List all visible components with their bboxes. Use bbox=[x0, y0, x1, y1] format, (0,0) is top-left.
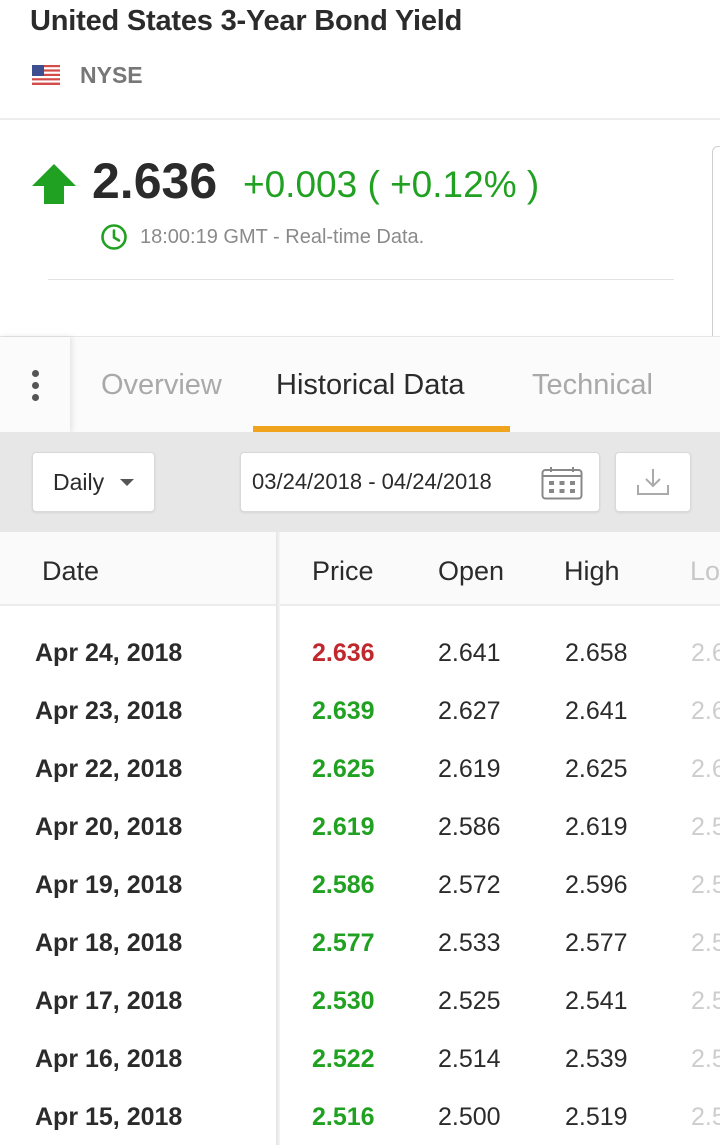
tab-bar: Overview Historical Data Technical bbox=[0, 336, 720, 433]
interval-select[interactable]: Daily bbox=[32, 452, 155, 512]
row-date: Apr 20, 2018 bbox=[35, 813, 183, 841]
quote-panel: 2.636 +0.003 ( +0.12% ) 18:00:19 GMT - R… bbox=[0, 122, 720, 436]
row-low: 2.6 bbox=[691, 639, 720, 667]
column-header-date[interactable]: Date bbox=[42, 532, 99, 606]
instrument-header: United States 3-Year Bond Yield NYSE bbox=[0, 0, 720, 120]
row-price: 2.625 bbox=[312, 755, 375, 783]
row-date: Apr 17, 2018 bbox=[35, 987, 183, 1015]
more-vertical-icon bbox=[31, 369, 39, 401]
row-open: 2.619 bbox=[438, 755, 501, 783]
row-high: 2.577 bbox=[565, 929, 628, 957]
row-high: 2.539 bbox=[565, 1045, 628, 1073]
row-low: 2.6 bbox=[691, 755, 720, 783]
tab-technical[interactable]: Technical bbox=[532, 337, 653, 433]
exchange-info: NYSE bbox=[32, 62, 143, 88]
row-price: 2.577 bbox=[312, 929, 375, 957]
table-row[interactable]: Apr 24, 2018 2.636 2.641 2.658 2.6 bbox=[0, 624, 720, 682]
row-date: Apr 16, 2018 bbox=[35, 1045, 183, 1073]
row-high: 2.596 bbox=[565, 871, 628, 899]
row-low: 2.5 bbox=[691, 813, 720, 841]
row-low: 2.5 bbox=[691, 871, 720, 899]
download-icon bbox=[637, 469, 669, 495]
row-high: 2.519 bbox=[565, 1103, 628, 1131]
column-header-high[interactable]: High bbox=[564, 532, 620, 606]
row-price: 2.586 bbox=[312, 871, 375, 899]
row-high: 2.541 bbox=[565, 987, 628, 1015]
chevron-down-icon bbox=[120, 478, 135, 486]
table-row[interactable]: Apr 23, 2018 2.639 2.627 2.641 2.6 bbox=[0, 682, 720, 740]
table-row[interactable]: Apr 19, 2018 2.586 2.572 2.596 2.5 bbox=[0, 856, 720, 914]
quote-time: 18:00:19 GMT - Real-time Data. bbox=[100, 222, 424, 252]
interval-value: Daily bbox=[53, 468, 105, 495]
calendar-icon bbox=[541, 467, 583, 500]
tab-overview[interactable]: Overview bbox=[101, 337, 222, 433]
row-high: 2.619 bbox=[565, 813, 628, 841]
row-low: 2.6 bbox=[691, 697, 720, 725]
filter-bar: Daily 03/24/2018 - 04/24/2018 bbox=[0, 432, 720, 532]
row-date: Apr 23, 2018 bbox=[35, 697, 183, 725]
price-change: +0.003 ( +0.12% ) bbox=[243, 164, 540, 205]
row-date: Apr 24, 2018 bbox=[35, 639, 183, 667]
quote-timestamp: 18:00:19 GMT - Real-time Data. bbox=[140, 225, 425, 248]
table-row[interactable]: Apr 18, 2018 2.577 2.533 2.577 2.5 bbox=[0, 914, 720, 972]
row-date: Apr 22, 2018 bbox=[35, 755, 183, 783]
last-price: 2.636 bbox=[92, 153, 218, 209]
row-open: 2.525 bbox=[438, 987, 501, 1015]
table-row[interactable]: Apr 15, 2018 2.516 2.500 2.519 2.5 bbox=[0, 1088, 720, 1145]
row-low: 2.5 bbox=[691, 987, 720, 1015]
row-price: 2.619 bbox=[312, 813, 375, 841]
row-open: 2.533 bbox=[438, 929, 501, 957]
column-header-price[interactable]: Price bbox=[312, 532, 374, 606]
table-header: Date Price Open High Lo bbox=[0, 532, 720, 606]
row-open: 2.572 bbox=[438, 871, 501, 899]
column-header-open[interactable]: Open bbox=[438, 532, 504, 606]
row-price: 2.636 bbox=[312, 639, 375, 667]
row-low: 2.5 bbox=[691, 1103, 720, 1131]
row-date: Apr 19, 2018 bbox=[35, 871, 183, 899]
page-title: United States 3-Year Bond Yield bbox=[30, 5, 463, 37]
row-date: Apr 18, 2018 bbox=[35, 929, 183, 957]
row-low: 2.5 bbox=[691, 929, 720, 957]
divider bbox=[48, 279, 674, 280]
arrow-up-icon bbox=[32, 164, 76, 204]
table-row[interactable]: Apr 20, 2018 2.619 2.586 2.619 2.5 bbox=[0, 798, 720, 856]
row-price: 2.639 bbox=[312, 697, 375, 725]
row-open: 2.641 bbox=[438, 639, 501, 667]
row-price: 2.530 bbox=[312, 987, 375, 1015]
row-high: 2.625 bbox=[565, 755, 628, 783]
row-high: 2.641 bbox=[565, 697, 628, 725]
row-price: 2.522 bbox=[312, 1045, 375, 1073]
row-high: 2.658 bbox=[565, 639, 628, 667]
exchange-name: NYSE bbox=[80, 61, 143, 88]
row-price: 2.516 bbox=[312, 1103, 375, 1131]
table-row[interactable]: Apr 22, 2018 2.625 2.619 2.625 2.6 bbox=[0, 740, 720, 798]
row-date: Apr 15, 2018 bbox=[35, 1103, 183, 1131]
download-button[interactable] bbox=[615, 452, 691, 512]
table-row[interactable]: Apr 17, 2018 2.530 2.525 2.541 2.5 bbox=[0, 972, 720, 1030]
date-range-value: 03/24/2018 - 04/24/2018 bbox=[252, 469, 492, 494]
us-flag-icon bbox=[32, 65, 60, 85]
row-open: 2.500 bbox=[438, 1103, 501, 1131]
more-menu-button[interactable] bbox=[0, 337, 70, 433]
table-row[interactable]: Apr 16, 2018 2.522 2.514 2.539 2.5 bbox=[0, 1030, 720, 1088]
row-open: 2.514 bbox=[438, 1045, 501, 1073]
date-range-picker[interactable]: 03/24/2018 - 04/24/2018 bbox=[240, 452, 600, 512]
clock-icon bbox=[101, 224, 127, 250]
column-header-low[interactable]: Lo bbox=[690, 532, 720, 606]
row-open: 2.586 bbox=[438, 813, 501, 841]
tab-historical-data[interactable]: Historical Data bbox=[276, 337, 465, 433]
row-low: 2.5 bbox=[691, 1045, 720, 1073]
row-open: 2.627 bbox=[438, 697, 501, 725]
